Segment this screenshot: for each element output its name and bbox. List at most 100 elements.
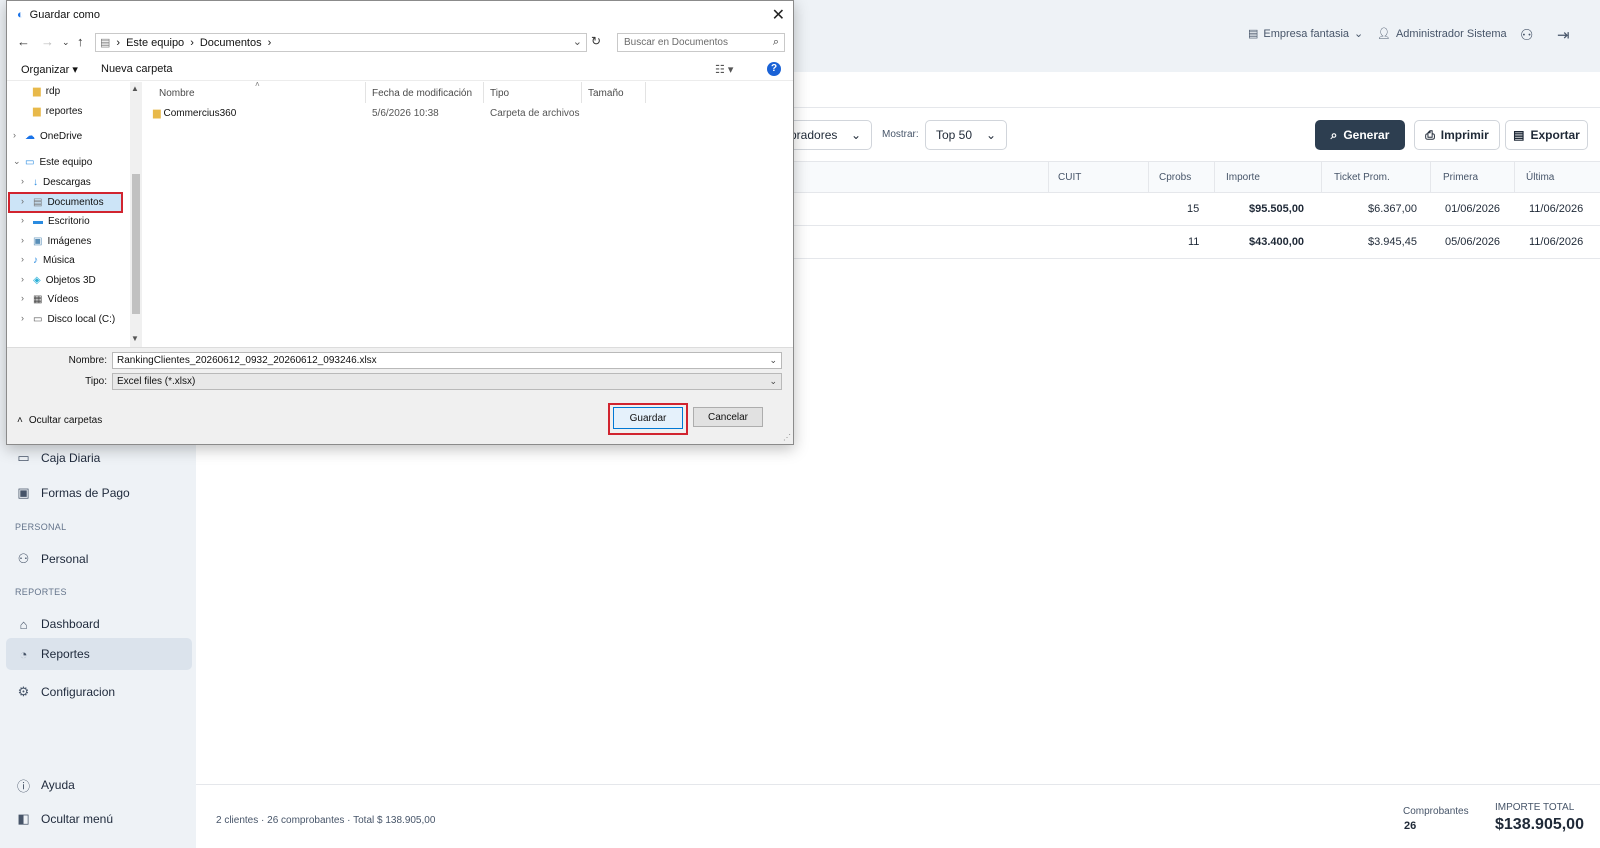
sidebar-item-label: Ocultar menú (41, 812, 114, 826)
tree-item-onedrive[interactable]: ☁ OneDrive (25, 127, 82, 146)
column-header-cprobs[interactable]: Cprobs (1159, 172, 1191, 183)
user-settings-icon[interactable]: ⚇ (1520, 26, 1533, 44)
tree-item-label: Disco local (C:) (47, 314, 116, 325)
column-header-tamano[interactable]: Tamaño (588, 88, 624, 99)
report-footer: 2 clientes · 26 comprobantes · Total $ 1… (196, 784, 1600, 848)
chevron-right-icon[interactable]: › (21, 196, 24, 206)
back-arrow-icon[interactable]: ← (17, 34, 30, 49)
chevron-right-icon[interactable]: › (21, 313, 24, 323)
imprimir-button[interactable]: ⎙ Imprimir (1414, 120, 1500, 150)
column-header-cuit[interactable]: CUIT (1058, 172, 1081, 183)
scroll-thumb[interactable] (132, 174, 140, 314)
help-icon[interactable]: ? (767, 62, 781, 76)
collapse-menu-icon: ◧ (17, 811, 30, 826)
breadcrumb-documentos[interactable]: Documentos (200, 37, 262, 49)
tree-item-imagenes[interactable]: ▣ Imágenes (33, 232, 91, 251)
tree-item-rdp[interactable]: ▆ rdp (33, 82, 60, 101)
generar-button[interactable]: ⌕ Generar (1315, 120, 1405, 150)
chevron-right-icon[interactable]: › (21, 215, 24, 225)
tree-item-objetos-3d[interactable]: ◈ Objetos 3D (33, 271, 96, 290)
column-header-tipo[interactable]: Tipo (490, 88, 509, 99)
column-header-ultima[interactable]: Última (1526, 172, 1554, 183)
column-header-importe[interactable]: Importe (1226, 172, 1260, 183)
sidebar-item-label: Caja Diaria (41, 451, 101, 465)
resize-grip-icon[interactable]: ⋰ (783, 433, 791, 442)
refresh-icon[interactable]: ↻ (591, 34, 601, 48)
nueva-carpeta-button[interactable]: Nueva carpeta (101, 63, 173, 75)
chevron-right-icon[interactable]: › (21, 254, 24, 264)
column-separator (1514, 162, 1515, 193)
chevron-right-icon[interactable]: › (21, 274, 24, 284)
column-header-nombre[interactable]: Nombre (159, 88, 195, 99)
chevron-right-icon[interactable]: › (21, 235, 24, 245)
file-row[interactable]: ▆ Commercius360 (153, 108, 236, 119)
cancelar-button[interactable]: Cancelar (693, 407, 763, 427)
sidebar-item-configuracion[interactable]: ⚙ Configuracion (6, 676, 192, 708)
tree-item-musica[interactable]: ♪ Música (33, 251, 75, 270)
tree-item-videos[interactable]: ▦ Vídeos (33, 290, 79, 309)
chevron-down-icon[interactable]: ⌄ (573, 35, 582, 48)
sidebar-item-personal[interactable]: ⚇ Personal (6, 543, 192, 575)
tree-item-label: Este equipo (39, 157, 93, 168)
tree-item-documentos[interactable]: ▤ Documentos (33, 193, 104, 212)
navigation-row: ← → ⌄ ↑ ▤ › Este equipo › Documentos › ⌄… (7, 31, 793, 53)
tree-item-disco-local[interactable]: ▭ Disco local (C:) (33, 310, 115, 329)
user-menu[interactable]: 👤︎ Administrador Sistema (1377, 27, 1507, 41)
sidebar-item-caja-diaria[interactable]: ▭ Caja Diaria (6, 442, 192, 474)
logout-icon[interactable]: ⇥ (1557, 26, 1570, 44)
sidebar-item-dashboard[interactable]: ⌂ Dashboard (6, 608, 192, 640)
column-header-fecha[interactable]: Fecha de modificación (372, 88, 472, 99)
tree-item-label: Descargas (43, 177, 91, 188)
guardar-button[interactable]: Guardar (613, 407, 683, 429)
file-list: Nombre ˄ Fecha de modificación Tipo Tama… (143, 80, 793, 347)
recent-locations-icon[interactable]: ⌄ (62, 37, 70, 48)
folder-icon: ▆ (153, 108, 161, 119)
chevron-down-icon[interactable]: ⌄ (769, 355, 777, 366)
sidebar-item-reportes[interactable]: ◔ Reportes (6, 638, 192, 670)
scroll-down-icon[interactable]: ▼ (131, 334, 139, 343)
tree-item-escritorio[interactable]: ▬ Escritorio (33, 212, 90, 231)
search-input[interactable]: Buscar en Documentos ⌕ (617, 33, 785, 52)
company-selector[interactable]: ▤ Empresa fantasia ⌄ (1248, 27, 1364, 41)
chevron-down-icon: ⌄ (1354, 28, 1364, 40)
chevron-right-icon[interactable]: › (13, 130, 16, 140)
up-arrow-icon[interactable]: ↑ (77, 34, 84, 49)
forward-arrow-icon[interactable]: → (41, 34, 54, 49)
filetype-select[interactable]: Excel files (*.xlsx) ⌄ (112, 373, 782, 390)
chevron-down-icon[interactable]: ⌄ (769, 376, 777, 387)
scroll-up-icon[interactable]: ▲ (131, 84, 139, 93)
mostrar-select[interactable]: Top 50 ⌄ (925, 120, 1007, 150)
column-separator (483, 82, 484, 103)
tree-scrollbar[interactable]: ▲ ▼ (130, 82, 142, 347)
address-bar[interactable]: ▤ › Este equipo › Documentos › ⌄ (95, 33, 587, 52)
comprobantes-value: 26 (1404, 820, 1417, 832)
sidebar-item-formas-de-pago[interactable]: ▣ Formas de Pago (6, 477, 192, 509)
breadcrumb-este-equipo[interactable]: Este equipo (126, 37, 184, 49)
chevron-right-icon[interactable]: › (21, 176, 24, 186)
payment-icon: ▣ (17, 485, 30, 500)
dialog-title: Guardar como (29, 9, 100, 21)
close-icon[interactable]: ✕ (772, 5, 785, 25)
sidebar-item-ocultar-menu[interactable]: ◧ Ocultar menú (6, 803, 192, 835)
view-options-icon[interactable]: ☷ ▾ (715, 63, 733, 76)
filename-input[interactable]: RankingClientes_20260612_0932_20260612_0… (112, 352, 782, 369)
tree-item-descargas[interactable]: ↓ Descargas (33, 173, 91, 192)
column-header-ticket[interactable]: Ticket Prom. (1334, 172, 1390, 183)
tree-item-reportes[interactable]: ▆ reportes (33, 102, 82, 121)
chrome-icon: ◐ (17, 9, 24, 21)
column-header-primera[interactable]: Primera (1443, 172, 1478, 183)
section-title-personal: PERSONAL (15, 522, 67, 532)
user-icon: 👤︎ (1377, 28, 1391, 40)
ocultar-carpetas-toggle[interactable]: ˄ Ocultar carpetas (17, 415, 102, 426)
chevron-right-icon[interactable]: › (21, 293, 24, 303)
exportar-button[interactable]: ▤ Exportar (1505, 120, 1588, 150)
generar-label: Generar (1343, 128, 1390, 142)
sidebar-item-ayuda[interactable]: ⓘ Ayuda (6, 769, 192, 801)
tree-item-este-equipo[interactable]: ▭ Este equipo (25, 153, 92, 172)
organizar-menu[interactable]: Organizar ▾ (21, 63, 78, 76)
column-separator (581, 82, 582, 103)
home-icon: ⌂ (19, 616, 28, 632)
comprobantes-label: Comprobantes (1403, 806, 1469, 817)
cell-primera: 05/06/2026 (1445, 236, 1501, 248)
chevron-down-icon[interactable]: ⌄ (13, 156, 21, 167)
